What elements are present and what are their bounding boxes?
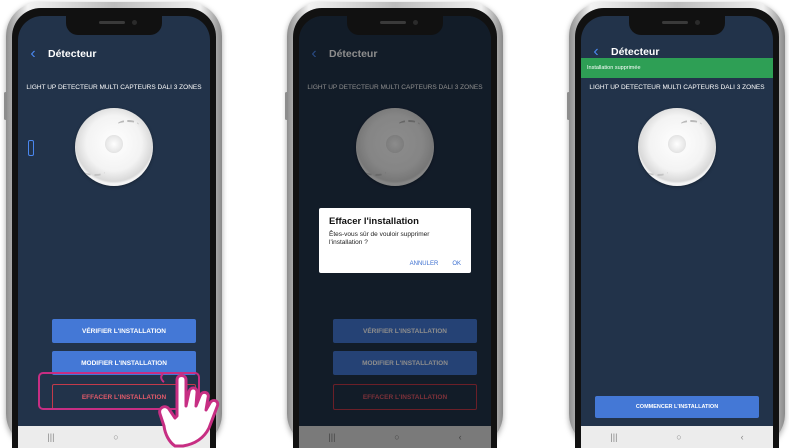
- home-icon[interactable]: ○: [676, 432, 681, 442]
- ok-button[interactable]: OK: [452, 261, 461, 267]
- edge-marker: [28, 140, 34, 156]
- notch: [66, 16, 162, 35]
- screen: ‹ Détecteur Installation supprimée LIGHT…: [581, 16, 773, 448]
- app-header: ‹ Détecteur: [18, 42, 210, 66]
- tap-hand-icon: [158, 372, 220, 448]
- phone-bezel: ‹ Détecteur LIGHT UP DETECTEUR MULTI CAP…: [293, 8, 497, 448]
- device-name: LIGHT UP DETECTEUR MULTI CAPTEURS DALI 3…: [26, 84, 202, 91]
- back-nav-icon[interactable]: ‹: [741, 432, 744, 442]
- home-icon[interactable]: ○: [394, 432, 399, 442]
- dialog-title: Effacer l'installation: [329, 216, 419, 227]
- side-button: [285, 92, 288, 120]
- back-arrow-icon[interactable]: ‹: [581, 44, 611, 60]
- detector-image: [638, 108, 716, 186]
- recent-apps-icon[interactable]: |||: [610, 432, 617, 442]
- verify-installation-button[interactable]: VÉRIFIER L'INSTALLATION: [52, 319, 196, 343]
- dialog-actions: ANNULER OK: [329, 261, 461, 267]
- device-name: LIGHT UP DETECTEUR MULTI CAPTEURS DALI 3…: [589, 84, 765, 91]
- confirm-dialog: Effacer l'installation Êtes-vous sûr de …: [319, 208, 471, 273]
- back-nav-icon[interactable]: ‹: [459, 432, 462, 442]
- page-title: Détecteur: [611, 46, 660, 58]
- dialog-message: Êtes-vous sûr de vouloir supprimer l'ins…: [329, 231, 430, 246]
- notch: [629, 16, 725, 35]
- android-nav-bar: ||| ○ ‹: [299, 426, 491, 448]
- home-icon[interactable]: ○: [113, 432, 118, 442]
- detector-image: [75, 108, 153, 186]
- phone-3: ‹ Détecteur Installation supprimée LIGHT…: [567, 2, 785, 448]
- recent-apps-icon[interactable]: |||: [47, 432, 54, 442]
- android-nav-bar: ||| ○ ‹: [581, 426, 773, 448]
- page-title: Détecteur: [48, 48, 97, 60]
- recent-apps-icon[interactable]: |||: [328, 432, 335, 442]
- screen: ‹ Détecteur LIGHT UP DETECTEUR MULTI CAP…: [299, 16, 491, 448]
- phone-2: ‹ Détecteur LIGHT UP DETECTEUR MULTI CAP…: [285, 2, 503, 448]
- cancel-button[interactable]: ANNULER: [410, 261, 439, 267]
- notch: [347, 16, 443, 35]
- side-button: [567, 92, 570, 120]
- side-button: [4, 92, 7, 120]
- phone-bezel: ‹ Détecteur Installation supprimée LIGHT…: [575, 8, 779, 448]
- success-toast: Installation supprimée: [581, 58, 773, 78]
- back-arrow-icon[interactable]: ‹: [18, 46, 48, 62]
- start-installation-button[interactable]: COMMENCER L'INSTALLATION: [595, 396, 759, 418]
